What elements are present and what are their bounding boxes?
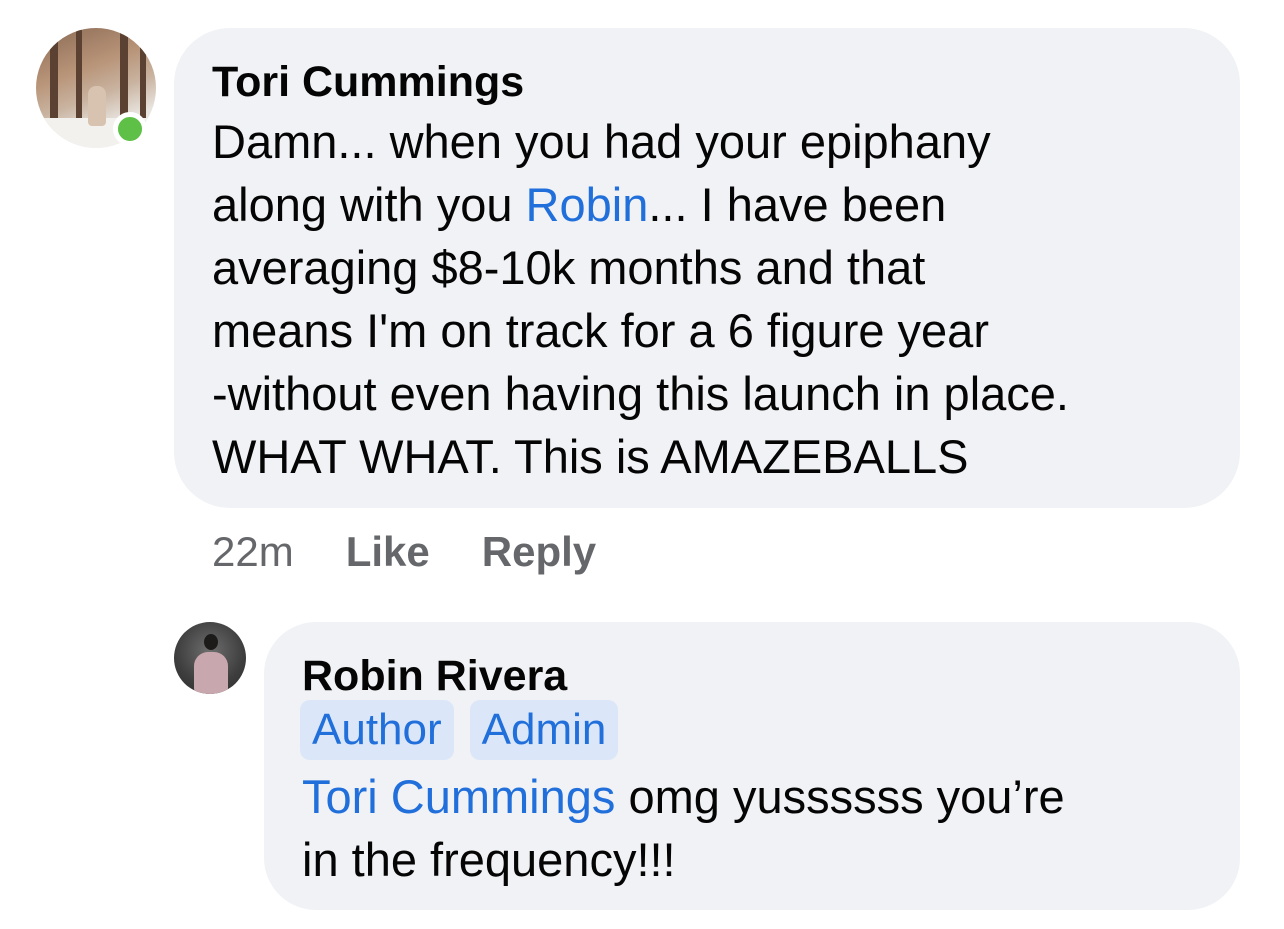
text-segment: in the frequency!!! [302, 833, 676, 886]
comment-author-name[interactable]: Tori Cummings [212, 56, 524, 108]
author-badge[interactable]: Author [300, 700, 454, 760]
text-segment: ... I have been [648, 178, 947, 231]
reply-author-name[interactable]: Robin Rivera [302, 650, 567, 702]
comment-text-line: averaging $8-10k months and that [212, 236, 1222, 299]
comment-text-line: WHAT WHAT. This is AMAZEBALLS [212, 425, 1222, 488]
role-badges: Author Admin [300, 700, 619, 760]
text-segment: along with you [212, 178, 526, 231]
mention-link[interactable]: Robin [526, 178, 649, 231]
text-segment: omg yussssss you’re [615, 770, 1065, 823]
like-button[interactable]: Like [346, 528, 430, 576]
mention-link[interactable]: Tori Cummings [302, 770, 615, 823]
text-segment: WHAT WHAT. This is AMAZEBALLS [212, 430, 969, 483]
tree-decoration [140, 28, 146, 126]
text-segment: -without even having this launch in plac… [212, 367, 1069, 420]
comment: Tori Cummings Damn... when you had your … [0, 0, 1284, 600]
person-head [204, 634, 218, 650]
reply-text-line: Tori Cummings omg yussssss you’re [302, 765, 1222, 828]
comment-text-line: means I'm on track for a 6 figure year [212, 299, 1222, 362]
comment-actions: 22m Like Reply [212, 524, 648, 580]
text-segment: means I'm on track for a 6 figure year [212, 304, 989, 357]
comment-text-line: Damn... when you had your epiphany [212, 110, 1222, 173]
reply-avatar[interactable] [174, 622, 246, 694]
person-figure [194, 652, 228, 694]
comment-timestamp[interactable]: 22m [212, 528, 294, 576]
admin-badge[interactable]: Admin [469, 700, 619, 760]
text-segment: Damn... when you had your epiphany [212, 115, 991, 168]
tree-decoration [76, 28, 82, 126]
online-status-indicator [113, 112, 147, 146]
reply-text: Tori Cummings omg yussssss you’re in the… [302, 765, 1222, 891]
tree-decoration [50, 28, 58, 126]
reply-button[interactable]: Reply [482, 528, 596, 576]
comment-text: Damn... when you had your epiphany along… [212, 110, 1222, 488]
text-segment: averaging $8-10k months and that [212, 241, 926, 294]
comment-text-line: along with you Robin... I have been [212, 173, 1222, 236]
person-figure [88, 86, 106, 126]
comment-text-line: -without even having this launch in plac… [212, 362, 1222, 425]
reply-text-line: in the frequency!!! [302, 828, 1222, 891]
